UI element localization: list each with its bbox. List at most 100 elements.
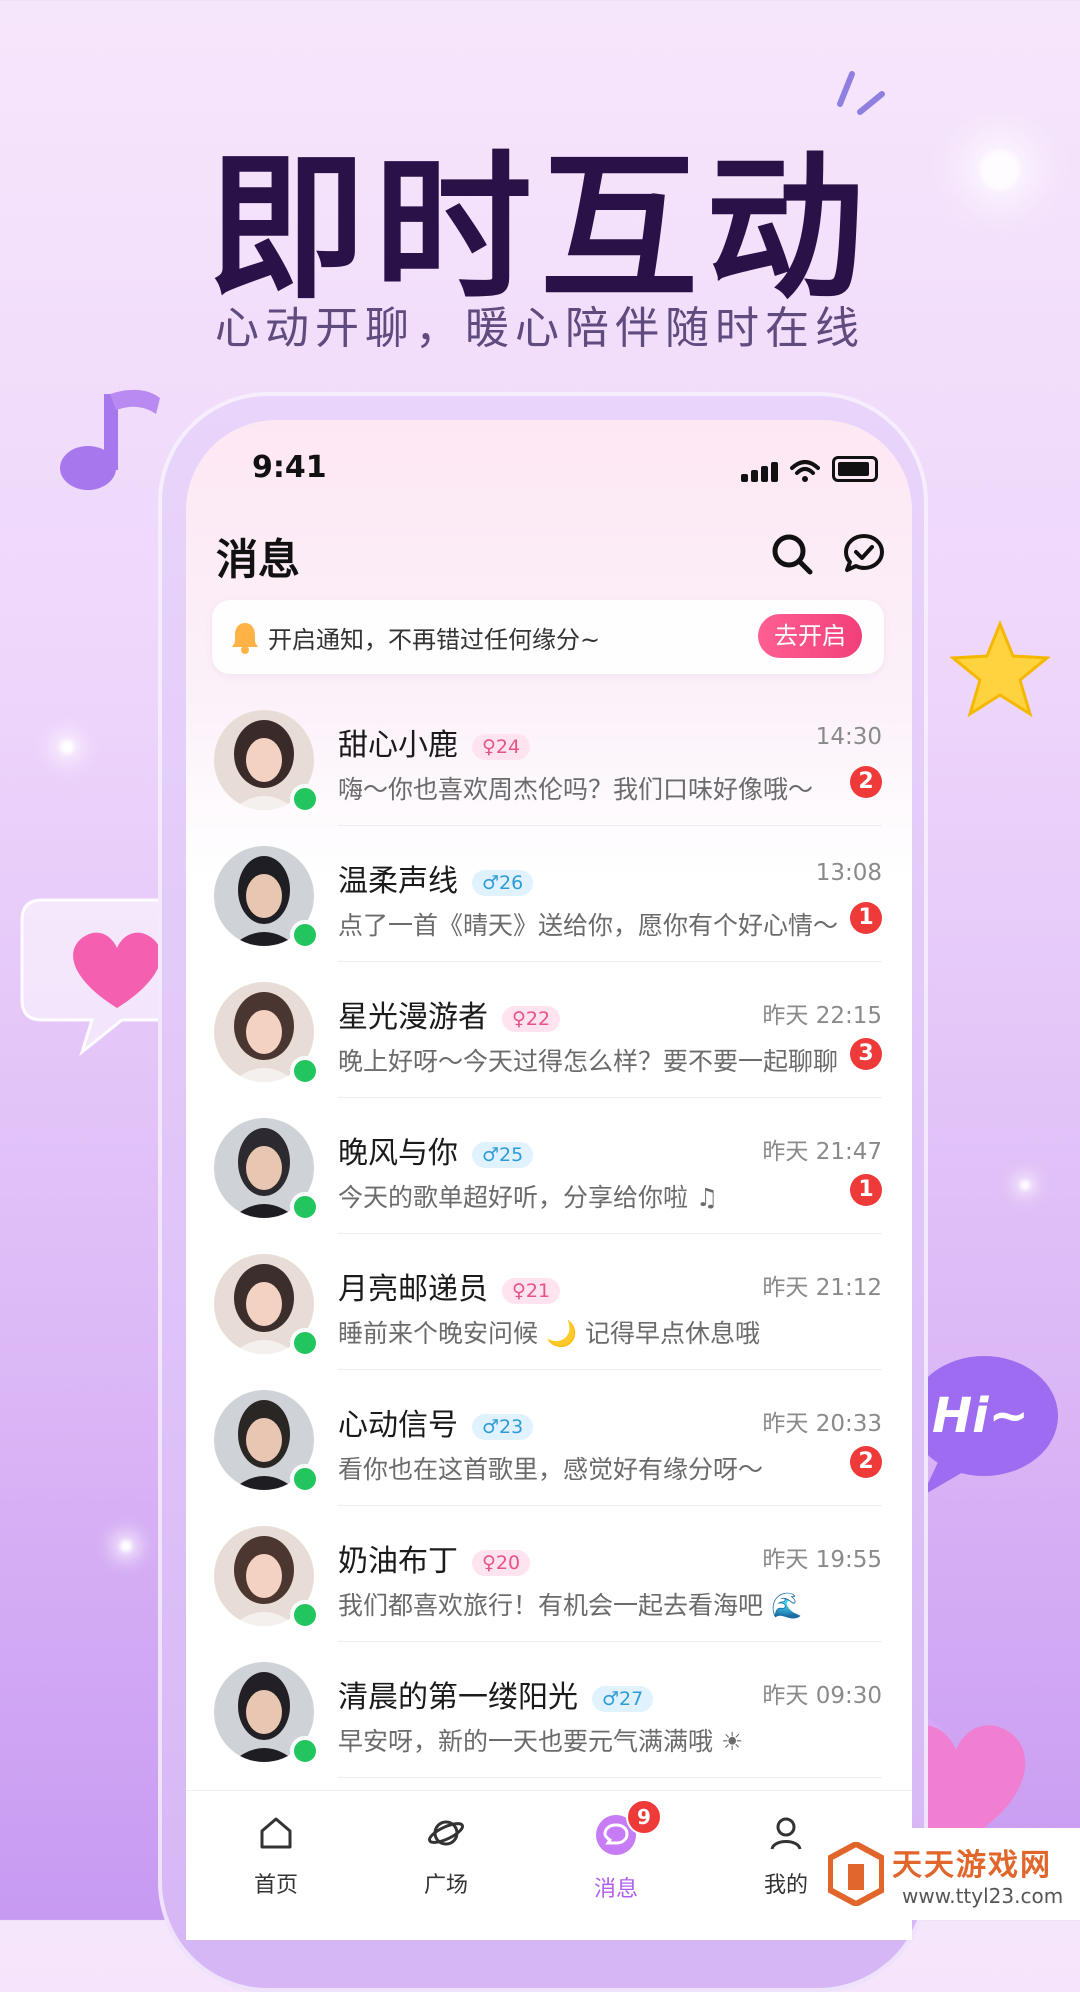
message-time: 13:08 xyxy=(815,860,882,886)
enable-notification-button[interactable]: 去开启 xyxy=(758,614,862,658)
age-gender-tag: ♀24 xyxy=(472,733,531,760)
age-text: 25 xyxy=(499,1143,524,1166)
read-all-icon[interactable] xyxy=(840,530,888,578)
unread-badge: 3 xyxy=(850,1038,882,1070)
contact-name: 甜心小鹿 ♀24 xyxy=(338,720,531,764)
sparkle-glow xyxy=(120,1540,132,1552)
unread-badge: 1 xyxy=(850,902,882,934)
conversation-row[interactable]: 星光漫游者 ♀22 晚上好呀～今天过得怎么样？要不要一起聊聊 昨天 22:15 3 xyxy=(186,962,912,1098)
age-text: 27 xyxy=(619,1687,644,1710)
star-icon xyxy=(950,620,1050,718)
message-time: 昨天 21:47 xyxy=(762,1139,882,1165)
female-icon: ♀ xyxy=(482,735,496,758)
online-indicator xyxy=(290,1056,320,1086)
male-icon: ♂ xyxy=(482,1415,500,1438)
tab-square[interactable]: 广场 xyxy=(386,1813,506,1899)
conversation-row[interactable]: 月亮邮递员 ♀21 睡前来个晚安问候 🌙 记得早点休息哦 昨天 21:12 xyxy=(186,1234,912,1370)
status-time: 9:41 xyxy=(252,450,327,485)
status-bar: 9:41 xyxy=(186,420,912,510)
last-message: 点了一首《晴天》送给你，愿你有个好心情～ xyxy=(338,911,839,940)
message-time: 昨天 19:55 xyxy=(762,1547,882,1573)
watermark-logo-icon xyxy=(828,1842,884,1906)
sparkle-glow xyxy=(60,740,74,754)
male-icon: ♂ xyxy=(602,1687,620,1710)
age-gender-tag: ♀22 xyxy=(502,1005,561,1032)
online-indicator xyxy=(290,1328,320,1358)
age-text: 22 xyxy=(525,1007,551,1030)
online-indicator xyxy=(290,1192,320,1222)
female-icon: ♀ xyxy=(482,1551,496,1574)
header: 消息 xyxy=(186,520,912,600)
contact-name: 心动信号 ♂23 xyxy=(338,1400,534,1444)
contact-name: 奶油布丁 ♀20 xyxy=(338,1536,531,1580)
home-icon xyxy=(260,1817,292,1849)
age-text: 20 xyxy=(495,1551,521,1574)
contact-name-text: 晚风与你 xyxy=(338,1136,458,1171)
planet-icon xyxy=(427,1820,465,1846)
contact-name: 清晨的第一缕阳光 ♂27 xyxy=(338,1672,654,1716)
profile-icon xyxy=(770,1817,802,1850)
conversation-row[interactable]: 清晨的第一缕阳光 ♂27 早安呀，新的一天也要元气满满哦 ☀ 昨天 09:30 xyxy=(186,1642,912,1778)
conversation-row[interactable]: 晚风与你 ♂25 今天的歌单超好听，分享给你啦 ♫ 昨天 21:47 1 xyxy=(186,1098,912,1234)
contact-name: 月亮邮递员 ♀21 xyxy=(338,1264,561,1308)
unread-badge: 1 xyxy=(850,1174,882,1206)
page-title: 消息 xyxy=(216,535,301,584)
online-indicator xyxy=(290,1736,320,1766)
hi-bubble-text: Hi~ xyxy=(932,1388,1029,1444)
age-text: 26 xyxy=(499,871,524,894)
divider xyxy=(338,1777,882,1778)
sparkle-glow xyxy=(1020,1180,1030,1190)
contact-name-text: 月亮邮递员 xyxy=(338,1272,488,1307)
conversation-row[interactable]: 甜心小鹿 ♀24 嗨～你也喜欢周杰伦吗？我们口味好像哦～ 14:30 2 xyxy=(186,690,912,826)
last-message: 看你也在这首歌里，感觉好有缘分呀～ xyxy=(338,1455,764,1484)
message-time: 昨天 09:30 xyxy=(762,1683,882,1709)
tab-home[interactable]: 首页 xyxy=(216,1813,336,1899)
conversation-row[interactable]: 奶油布丁 ♀20 我们都喜欢旅行！有机会一起去看海吧 🌊 昨天 19:55 xyxy=(186,1506,912,1642)
online-indicator xyxy=(290,1464,320,1494)
last-message: 我们都喜欢旅行！有机会一起去看海吧 🌊 xyxy=(338,1591,803,1620)
bell-icon xyxy=(232,623,258,654)
age-text: 24 xyxy=(495,735,521,758)
last-message: 晚上好呀～今天过得怎么样？要不要一起聊聊 xyxy=(338,1047,839,1076)
female-icon: ♀ xyxy=(512,1007,526,1030)
battery-icon xyxy=(832,456,878,482)
hero-subtitle: 心动开聊，暖心陪伴随时在线 xyxy=(215,303,865,354)
age-gender-tag: ♂26 xyxy=(472,869,534,896)
last-message: 睡前来个晚安问候 🌙 记得早点休息哦 xyxy=(338,1319,761,1348)
tab-messages[interactable]: 9 消息 xyxy=(556,1799,676,1903)
notification-banner: 开启通知，不再错过任何缘分~ 去开启 xyxy=(212,600,884,674)
music-note-icon xyxy=(60,389,160,490)
male-icon: ♂ xyxy=(482,871,500,894)
unread-badge: 2 xyxy=(850,766,882,798)
contact-name: 晚风与你 ♂25 xyxy=(338,1128,534,1172)
contact-name-text: 甜心小鹿 xyxy=(338,728,458,763)
contact-name: 星光漫游者 ♀22 xyxy=(338,992,561,1036)
contact-name: 温柔声线 ♂26 xyxy=(338,856,534,900)
wifi-icon xyxy=(790,460,820,482)
tab-messages-badge: 9 xyxy=(626,1799,662,1835)
notification-text: 开启通知，不再错过任何缘分~ xyxy=(268,626,601,654)
search-icon[interactable] xyxy=(768,530,816,578)
message-time: 昨天 22:15 xyxy=(762,1003,882,1029)
message-time: 14:30 xyxy=(815,724,882,750)
contact-name-text: 温柔声线 xyxy=(338,864,458,899)
female-icon: ♀ xyxy=(512,1279,526,1302)
age-text: 21 xyxy=(525,1279,551,1302)
age-gender-tag: ♀20 xyxy=(472,1549,531,1576)
online-indicator xyxy=(290,920,320,950)
unread-badge: 2 xyxy=(850,1446,882,1478)
watermark-name: 天天游戏网 xyxy=(892,1848,1052,1883)
watermark: 天天游戏网 www.ttyl23.com xyxy=(810,1828,1080,1920)
conversation-row[interactable]: 温柔声线 ♂26 点了一首《晴天》送给你，愿你有个好心情～ 13:08 1 xyxy=(186,826,912,962)
age-gender-tag: ♀21 xyxy=(502,1277,561,1304)
last-message: 早安呀，新的一天也要元气满满哦 ☀ xyxy=(338,1727,744,1756)
contact-name-text: 心动信号 xyxy=(338,1408,458,1443)
contact-name-text: 奶油布丁 xyxy=(338,1544,458,1579)
bottom-tab-bar: 首页 广场 9 消息 我的 xyxy=(186,1790,912,1940)
conversation-row[interactable]: 心动信号 ♂23 看你也在这首歌里，感觉好有缘分呀～ 昨天 20:33 2 xyxy=(186,1370,912,1506)
online-indicator xyxy=(290,1600,320,1630)
tab-home-label: 首页 xyxy=(253,1873,298,1898)
age-gender-tag: ♂23 xyxy=(472,1413,534,1440)
age-text: 23 xyxy=(499,1415,524,1438)
last-message: 嗨～你也喜欢周杰伦吗？我们口味好像哦～ xyxy=(338,775,814,804)
